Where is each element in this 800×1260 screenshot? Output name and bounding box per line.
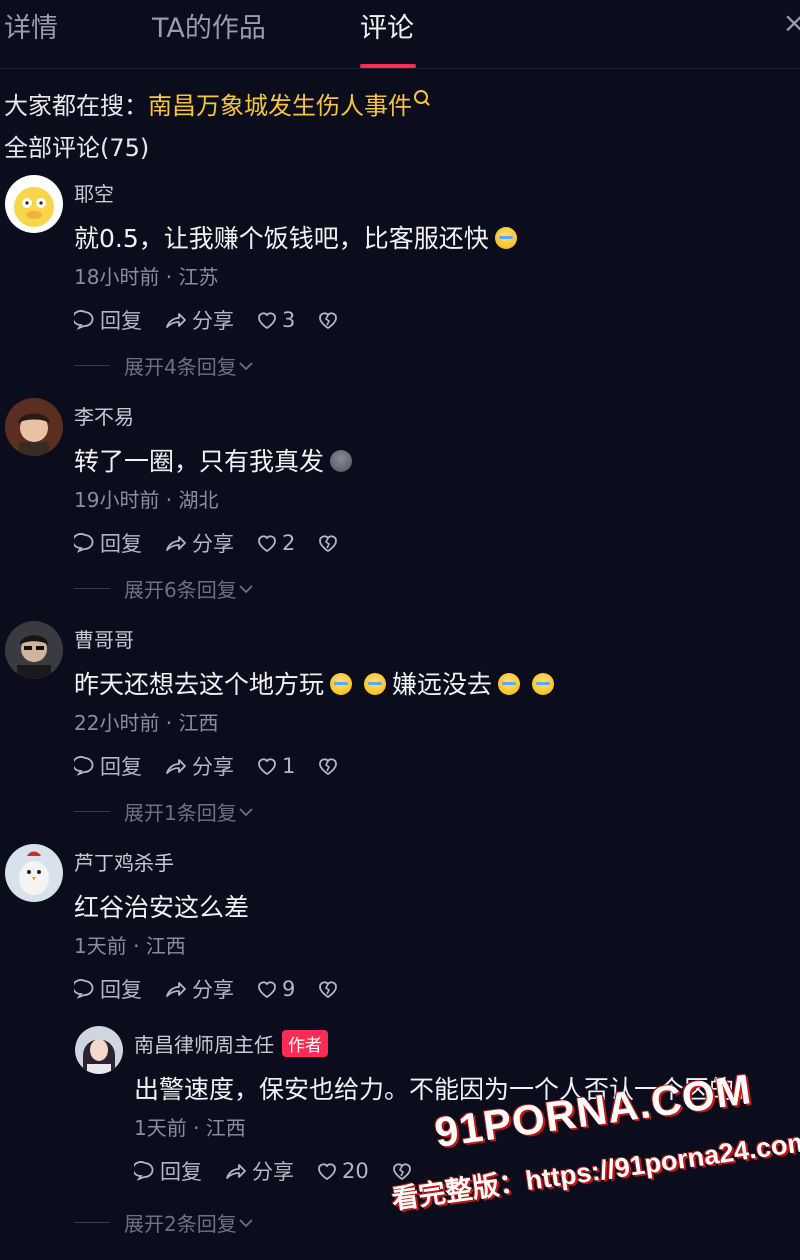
- comment-meta: 1天前 · 江西: [74, 934, 186, 958]
- heart-icon: [258, 312, 276, 330]
- share-icon: [226, 1164, 246, 1179]
- tab-details[interactable]: 详情: [4, 6, 58, 45]
- expand-replies-button[interactable]: 展开2条回复: [74, 1208, 255, 1237]
- comment-text: 就0.5，让我赚个饭钱吧，比客服还快: [74, 219, 523, 255]
- reply-username[interactable]: 南昌律师周主任 作者: [134, 1029, 328, 1058]
- all-comments-count: 全部评论(75): [4, 134, 150, 162]
- tab-bar: 详情 TA的作品 评论 ×: [0, 0, 800, 69]
- comment-text: 转了一圈，只有我真发: [74, 442, 358, 478]
- comment-bubble-icon: [74, 310, 94, 330]
- share-button[interactable]: 分享: [164, 974, 234, 1004]
- share-button[interactable]: 分享: [164, 751, 234, 781]
- share-icon: [166, 536, 186, 551]
- heart-icon: [258, 758, 276, 776]
- like-button[interactable]: 2: [256, 531, 295, 555]
- like-button[interactable]: 3: [256, 308, 295, 332]
- comment-text: 昨天还想去这个地方玩 嫌远没去: [74, 665, 560, 701]
- comment-text: 红谷治安这么差: [74, 893, 250, 922]
- trending-keyword[interactable]: 南昌万象城发生伤人事件: [148, 92, 412, 120]
- comment-actions: 回复 分享 3: [74, 305, 365, 335]
- comment-actions: 回复 分享 1: [74, 751, 365, 781]
- active-tab-indicator: [360, 64, 416, 68]
- dislike-button[interactable]: [317, 532, 343, 554]
- like-button[interactable]: 9: [256, 977, 295, 1001]
- avatar[interactable]: [5, 398, 63, 456]
- reply-button[interactable]: 回复: [134, 1156, 202, 1186]
- comment-meta: 18小时前 · 江苏: [74, 265, 219, 289]
- comment-bubble-icon: [134, 1161, 154, 1181]
- share-icon: [166, 982, 186, 997]
- comment-meta: 22小时前 · 江西: [74, 711, 219, 735]
- crying-emoji-icon: [330, 673, 353, 695]
- share-icon: [166, 759, 186, 774]
- comment-actions: 回复 分享 2: [74, 528, 365, 558]
- comment-meta: 19小时前 · 湖北: [74, 488, 219, 512]
- comment-bubble-icon: [74, 979, 94, 999]
- dislike-button[interactable]: [317, 755, 343, 777]
- avatar[interactable]: [5, 621, 63, 679]
- heart-icon: [258, 535, 276, 553]
- share-button[interactable]: 分享: [224, 1156, 294, 1186]
- chevron-down-icon: [239, 584, 253, 593]
- expand-replies-button[interactable]: 展开4条回复: [74, 351, 255, 380]
- like-button[interactable]: 20: [316, 1159, 369, 1183]
- author-badge: 作者: [282, 1030, 328, 1057]
- tab-comments[interactable]: 评论: [360, 6, 414, 45]
- expand-replies-button[interactable]: 展开6条回复: [74, 574, 255, 603]
- search-icon: [414, 90, 428, 104]
- share-button[interactable]: 分享: [164, 305, 234, 335]
- reply-button[interactable]: 回复: [74, 528, 142, 558]
- comment-bubble-icon: [74, 756, 94, 776]
- dislike-button[interactable]: [317, 309, 343, 331]
- avatar[interactable]: [5, 844, 63, 902]
- comment-username[interactable]: 耶空: [74, 178, 114, 207]
- gray-face-emoji-icon: [330, 450, 353, 472]
- crying-emoji-icon: [494, 227, 517, 249]
- comment-actions: 回复 分享 9: [74, 974, 365, 1004]
- avatar[interactable]: [5, 175, 63, 233]
- heart-icon: [258, 981, 276, 999]
- trending-label: 大家都在搜：: [4, 92, 148, 120]
- comment-username[interactable]: 李不易: [74, 401, 134, 430]
- dislike-button[interactable]: [317, 978, 343, 1000]
- comment-username[interactable]: 曹哥哥: [74, 624, 134, 653]
- share-icon: [166, 313, 186, 328]
- chevron-down-icon: [239, 1218, 253, 1227]
- close-icon[interactable]: ×: [783, 6, 800, 39]
- heart-icon: [318, 1163, 336, 1181]
- reply-meta: 1天前 · 江西: [134, 1116, 246, 1140]
- chevron-down-icon: [239, 807, 253, 816]
- reply-button[interactable]: 回复: [74, 305, 142, 335]
- shocked-emoji-icon: [532, 673, 555, 695]
- comment-username[interactable]: 芦丁鸡杀手: [74, 847, 174, 876]
- broken-heart-icon: [319, 981, 338, 999]
- crying-emoji-icon: [364, 673, 387, 695]
- expand-replies-button[interactable]: 展开1条回复: [74, 797, 255, 826]
- tab-works[interactable]: TA的作品: [152, 6, 266, 45]
- trending-search[interactable]: 大家都在搜：南昌万象城发生伤人事件: [4, 86, 428, 121]
- shocked-emoji-icon: [498, 673, 521, 695]
- chevron-down-icon: [239, 361, 253, 370]
- avatar[interactable]: [75, 1026, 123, 1074]
- broken-heart-icon: [319, 535, 338, 553]
- broken-heart-icon: [319, 758, 338, 776]
- broken-heart-icon: [319, 312, 338, 330]
- reply-button[interactable]: 回复: [74, 974, 142, 1004]
- reply-button[interactable]: 回复: [74, 751, 142, 781]
- share-button[interactable]: 分享: [164, 528, 234, 558]
- comment-bubble-icon: [74, 533, 94, 553]
- like-button[interactable]: 1: [256, 754, 295, 778]
